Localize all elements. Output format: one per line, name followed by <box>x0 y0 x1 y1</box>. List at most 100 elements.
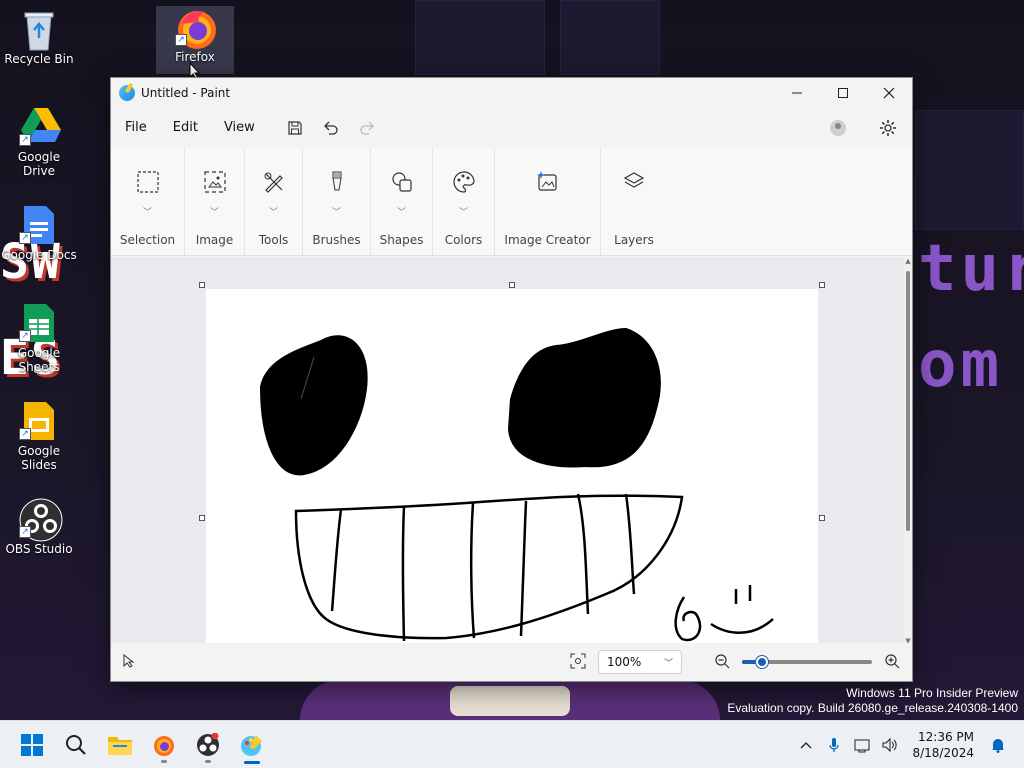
zoom-value: 100% <box>607 655 642 669</box>
settings-button[interactable] <box>874 114 902 142</box>
microphone-icon <box>829 738 840 752</box>
resize-handle[interactable] <box>819 515 825 521</box>
windows-watermark: Windows 11 Pro Insider Preview Evaluatio… <box>727 686 1018 716</box>
ribbon-group-selection[interactable]: ﹀ Selection <box>111 148 185 255</box>
taskbar-clock[interactable]: 12:36 PM 8/18/2024 <box>912 729 974 761</box>
zoom-slider[interactable] <box>742 656 872 668</box>
clock-time: 12:36 PM <box>918 730 974 744</box>
canvas-area <box>111 257 906 645</box>
zoom-select[interactable]: 100% ﹀ <box>598 650 682 674</box>
paint-app-icon <box>119 85 135 101</box>
shortcut-arrow-icon: ↗ <box>175 34 187 46</box>
ribbon-group-tools[interactable]: ﹀ Tools <box>245 148 303 255</box>
desktop-icon-label: Google Docs <box>1 248 77 262</box>
wallpaper-block <box>560 0 660 75</box>
menu-view[interactable]: View <box>216 116 263 140</box>
search-button[interactable] <box>56 725 96 765</box>
maximize-icon <box>838 88 848 98</box>
network-icon <box>854 739 870 753</box>
undo-button[interactable] <box>317 114 345 142</box>
ribbon-group-layers[interactable]: ﹀ Layers <box>601 148 667 255</box>
window-title: Untitled - Paint <box>141 86 231 100</box>
wallpaper-block <box>915 110 1024 230</box>
gear-icon <box>880 120 896 136</box>
start-button[interactable] <box>12 725 52 765</box>
desktop-icon-obs-studio[interactable]: ↗ OBS Studio <box>0 498 78 556</box>
close-button[interactable] <box>866 78 912 108</box>
redo-button[interactable] <box>353 114 381 142</box>
watermark-line: Evaluation copy. Build 26080.ge_release.… <box>727 701 1018 715</box>
profile-icon[interactable] <box>830 120 846 136</box>
ribbon-group-shapes[interactable]: ﹀ Shapes <box>371 148 433 255</box>
drawing-canvas[interactable] <box>206 289 818 645</box>
ribbon-label: Image Creator <box>504 233 591 247</box>
system-tray: 12:36 PM 8/18/2024 <box>792 721 1024 768</box>
notifications-button[interactable] <box>984 737 1012 753</box>
selection-icon <box>134 168 162 196</box>
taskbar-file-explorer[interactable] <box>100 725 140 765</box>
obs-studio-icon: ↗ <box>19 498 63 542</box>
firefox-icon: ↗ <box>175 6 216 49</box>
wallpaper-block <box>415 0 545 75</box>
shortcut-arrow-icon: ↗ <box>19 428 31 440</box>
obs-studio-icon <box>197 732 219 756</box>
folder-icon <box>108 736 132 755</box>
zoom-in-icon <box>885 653 900 668</box>
desktop-icon-google-drive[interactable]: ↗ Google Drive <box>0 106 78 178</box>
desktop-icon-google-sheets[interactable]: ↗ Google Sheets <box>0 302 78 374</box>
fit-screen-icon <box>570 653 586 668</box>
recycle-bin-icon <box>19 8 59 51</box>
network-button[interactable] <box>848 737 876 753</box>
desktop-icon-recycle-bin[interactable]: Recycle Bin <box>0 8 78 66</box>
menu-edit[interactable]: Edit <box>165 116 206 140</box>
taskbar-obs-studio[interactable] <box>188 725 228 765</box>
title-bar[interactable]: Untitled - Paint <box>111 78 912 108</box>
scrollbar-thumb[interactable] <box>906 271 910 531</box>
resize-handle[interactable] <box>819 282 825 288</box>
chevron-down-icon: ﹀ <box>331 208 341 218</box>
taskbar-paint[interactable] <box>232 725 272 765</box>
ribbon-label: Shapes <box>379 233 424 247</box>
taskbar: 12:36 PM 8/18/2024 <box>0 720 1024 768</box>
google-docs-icon: ↗ <box>19 204 59 244</box>
ribbon-group-image[interactable]: ﹀ Image <box>185 148 245 255</box>
shortcut-arrow-icon: ↗ <box>19 526 31 538</box>
minimize-button[interactable] <box>774 78 820 108</box>
paint-window: Untitled - Paint File Edit View ﹀ Select… <box>110 77 913 682</box>
maximize-button[interactable] <box>820 78 866 108</box>
fit-to-window-button[interactable] <box>570 653 586 672</box>
resize-handle[interactable] <box>199 282 205 288</box>
image-creator-icon <box>534 168 562 196</box>
ribbon-label: Image <box>195 233 234 247</box>
ribbon-label: Brushes <box>312 233 361 247</box>
scroll-up-icon[interactable]: ▲ <box>904 257 912 265</box>
minimize-icon <box>792 92 802 94</box>
zoom-in-button[interactable] <box>884 653 900 672</box>
bell-icon <box>992 739 1004 753</box>
taskbar-firefox[interactable] <box>144 725 184 765</box>
chevron-up-icon <box>801 742 812 749</box>
zoom-out-icon <box>715 653 730 668</box>
firefox-icon <box>154 735 174 756</box>
desktop-icon-google-slides[interactable]: ↗ Google Slides <box>0 400 78 472</box>
desktop-icon-label: Google Slides <box>17 444 61 472</box>
vertical-scrollbar[interactable]: ▲ ▼ <box>904 257 912 645</box>
undo-icon <box>323 121 338 135</box>
ribbon-group-image-creator[interactable]: ﹀ Image Creator <box>495 148 601 255</box>
save-button[interactable] <box>281 114 309 142</box>
zoom-slider-knob[interactable] <box>756 656 769 668</box>
ribbon-group-colors[interactable]: ﹀ Colors <box>433 148 495 255</box>
menu-file[interactable]: File <box>117 116 155 140</box>
desktop-icon-google-docs[interactable]: ↗ Google Docs <box>0 204 78 262</box>
resize-handle[interactable] <box>199 515 205 521</box>
ribbon-label: Selection <box>119 233 176 247</box>
show-hidden-icons-button[interactable] <box>792 740 820 750</box>
resize-handle[interactable] <box>509 282 515 288</box>
search-icon <box>66 734 86 755</box>
volume-button[interactable] <box>876 737 904 753</box>
zoom-out-button[interactable] <box>714 653 730 672</box>
microphone-button[interactable] <box>820 737 848 753</box>
redo-icon <box>360 121 374 135</box>
chevron-down-icon: ﹀ <box>458 208 468 218</box>
ribbon-group-brushes[interactable]: ﹀ Brushes <box>303 148 371 255</box>
